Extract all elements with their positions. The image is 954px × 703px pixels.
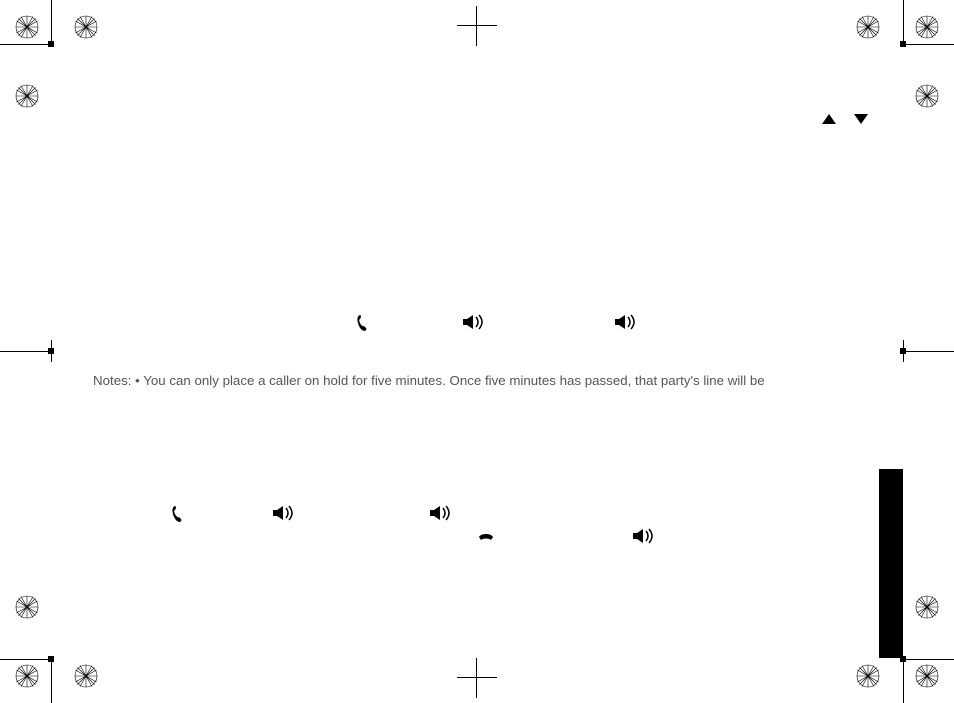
registration-mark-icon xyxy=(74,15,98,39)
speaker-icon xyxy=(615,314,641,333)
speaker-icon xyxy=(463,314,489,333)
note-text: Notes: • You can only place a caller on … xyxy=(93,372,913,390)
registration-mark-icon xyxy=(915,664,939,688)
hangup-icon xyxy=(477,528,495,545)
receiver-icon xyxy=(355,314,369,335)
speaker-icon xyxy=(633,528,659,547)
registration-mark-icon xyxy=(915,15,939,39)
section-tab xyxy=(879,469,903,658)
center-mark-icon xyxy=(457,658,497,698)
down-arrow-icon xyxy=(854,114,868,124)
up-arrow-icon xyxy=(822,114,836,124)
speaker-icon xyxy=(273,505,299,524)
registration-mark-icon xyxy=(915,595,939,619)
registration-mark-icon xyxy=(74,664,98,688)
registration-mark-icon xyxy=(15,84,39,108)
center-mark-icon xyxy=(457,6,497,46)
registration-mark-icon xyxy=(856,664,880,688)
registration-mark-icon xyxy=(15,664,39,688)
registration-mark-icon xyxy=(915,84,939,108)
registration-mark-icon xyxy=(15,595,39,619)
speaker-icon xyxy=(430,505,456,524)
registration-mark-icon xyxy=(856,15,880,39)
registration-mark-icon xyxy=(15,15,39,39)
receiver-icon xyxy=(170,505,184,526)
